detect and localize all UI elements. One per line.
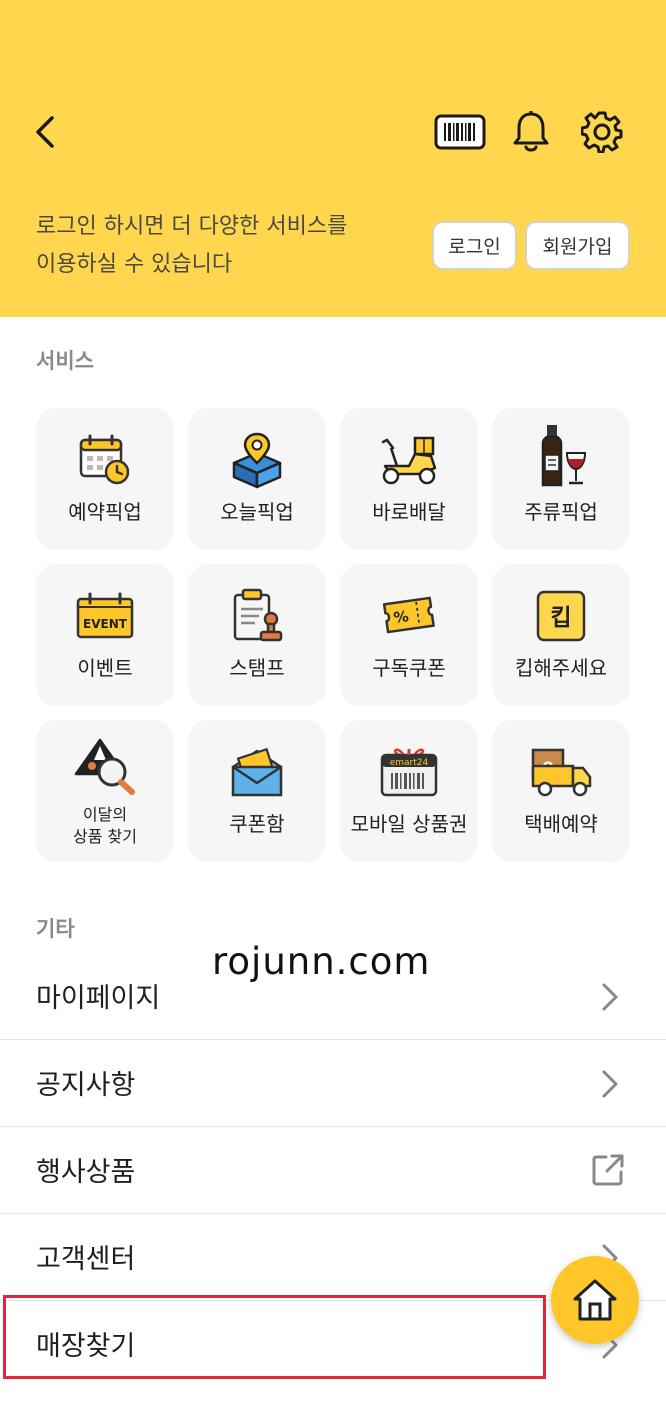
stamp-icon [188,586,326,646]
box-location-icon [188,430,326,490]
menu-row-label: 매장찾기 [36,1331,136,1362]
search-product-icon [36,736,174,796]
service-tile-direct-delivery[interactable]: 바로배달 [340,408,478,550]
menu-row-label: 공지사항 [36,1070,136,1101]
login-button[interactable]: 로그인 [432,221,517,270]
settings-button[interactable] [576,108,628,156]
service-tile-label: 모바일 상품권 [350,812,468,836]
etc-section-title: 기타 [36,917,75,941]
event-calendar-icon: EVENT [36,586,174,646]
service-tile-monthly-products[interactable]: 이달의 상품 찾기 [36,720,174,862]
svg-text:EVENT: EVENT [83,617,128,631]
login-message: 로그인 하시면 더 다양한 서비스를 이용하실 수 있습니다 [36,208,396,284]
service-tile-label: 예약픽업 [68,500,142,524]
header: 로그인 하시면 더 다양한 서비스를 이용하실 수 있습니다 로그인 회원가입 [0,0,666,317]
chevron-right-icon [596,1067,624,1101]
bell-icon [513,111,549,152]
menu-row-label: 행사상품 [36,1157,136,1188]
calendar-clock-icon [36,430,174,490]
coupon-envelope-icon [188,742,326,802]
notification-button[interactable] [506,108,556,156]
liquor-icon [492,425,630,487]
service-tile-label: 주류픽업 [524,500,598,524]
coupon-ticket-icon: % [340,586,478,646]
service-tile-label: 바로배달 [372,500,446,524]
services-section-title: 서비스 [36,349,94,373]
service-tile-liquor-pickup[interactable]: 주류픽업 [492,408,630,550]
service-tile-label: 택배예약 [524,812,598,836]
delivery-truck-icon: e [492,742,630,802]
service-tile-event[interactable]: EVENT 이벤트 [36,564,174,706]
home-button[interactable] [551,1256,639,1344]
service-tile-reservation-pickup[interactable]: 예약픽업 [36,408,174,550]
gear-icon [581,111,623,153]
login-message-line1: 로그인 하시면 더 다양한 서비스를 [36,214,348,239]
service-tile-label-line1: 이달의 [82,805,128,824]
service-tile-stamp[interactable]: 스탬프 [188,564,326,706]
svg-text:킵: 킵 [550,605,571,631]
service-tile-subscription-coupon[interactable]: % 구독쿠폰 [340,564,478,706]
service-tile-label: 스탬프 [229,656,285,680]
service-tile-label: 킵해주세요 [515,656,607,680]
gift-card-brand-text: emart24 [390,758,429,768]
service-tile-coupon-box[interactable]: 쿠폰함 [188,720,326,862]
service-tile-today-pickup[interactable]: 오늘픽업 [188,408,326,550]
chevron-left-icon [36,116,54,148]
service-tile-label-line2: 상품 찾기 [73,827,137,846]
menu-row-notice[interactable]: 공지사항 [0,1041,666,1127]
menu-row-promo-products[interactable]: 행사상품 [0,1128,666,1214]
barcode-button[interactable] [432,108,488,156]
keep-icon: 킵 [492,586,630,646]
login-message-line2: 이용하실 수 있습니다 [36,252,233,277]
svg-text:%: % [392,607,409,627]
external-link-icon [590,1152,626,1188]
scooter-icon [340,430,478,490]
menu-row-label: 마이페이지 [36,983,161,1014]
barcode-icon [434,114,486,150]
service-tile-parcel-reservation[interactable]: e 택배예약 [492,720,630,862]
service-tile-label: 구독쿠폰 [372,656,446,680]
service-tile-label: 쿠폰함 [229,812,285,836]
service-tile-label: 이달의 상품 찾기 [36,804,174,848]
service-tile-label: 오늘픽업 [220,500,294,524]
watermark-text: rojunn.com [212,940,431,983]
gift-card-icon: emart24 [340,742,478,802]
home-icon [573,1279,617,1321]
menu-row-label: 고객센터 [36,1244,136,1275]
service-tile-mobile-gift-card[interactable]: emart24 모바일 상품권 [340,720,478,862]
chevron-right-icon [596,980,624,1014]
service-tile-keep[interactable]: 킵 킵해주세요 [492,564,630,706]
service-tile-label: 이벤트 [77,656,133,680]
back-button[interactable] [24,110,66,154]
signup-button[interactable]: 회원가입 [525,221,630,270]
